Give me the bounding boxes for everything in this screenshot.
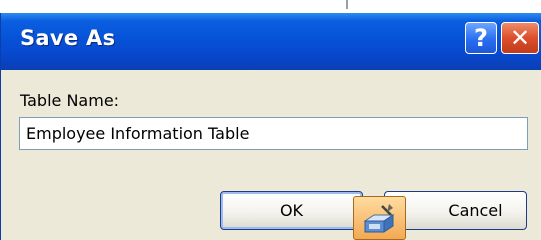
dialog-title: Save As: [20, 26, 116, 50]
ok-button-label: OK: [279, 201, 304, 220]
title-bar[interactable]: Save As ? ✕: [1, 13, 541, 70]
cancel-button-label: Cancel: [448, 201, 503, 220]
table-name-input[interactable]: [19, 117, 528, 150]
help-icon: ?: [474, 24, 488, 52]
close-icon: ✕: [509, 24, 531, 52]
save-as-dialog: Save As ? ✕ Table Name: OK Cancel: [0, 13, 541, 240]
table-name-label: Table Name:: [20, 91, 120, 110]
close-button[interactable]: ✕: [501, 22, 539, 54]
drag-object-icon: [363, 204, 395, 233]
ok-button[interactable]: OK: [220, 191, 363, 230]
background-divider: [346, 0, 348, 9]
help-button[interactable]: ?: [465, 22, 497, 54]
screen: Save As ? ✕ Table Name: OK Cancel: [0, 0, 541, 240]
save-object-cursor-icon: [353, 196, 406, 240]
